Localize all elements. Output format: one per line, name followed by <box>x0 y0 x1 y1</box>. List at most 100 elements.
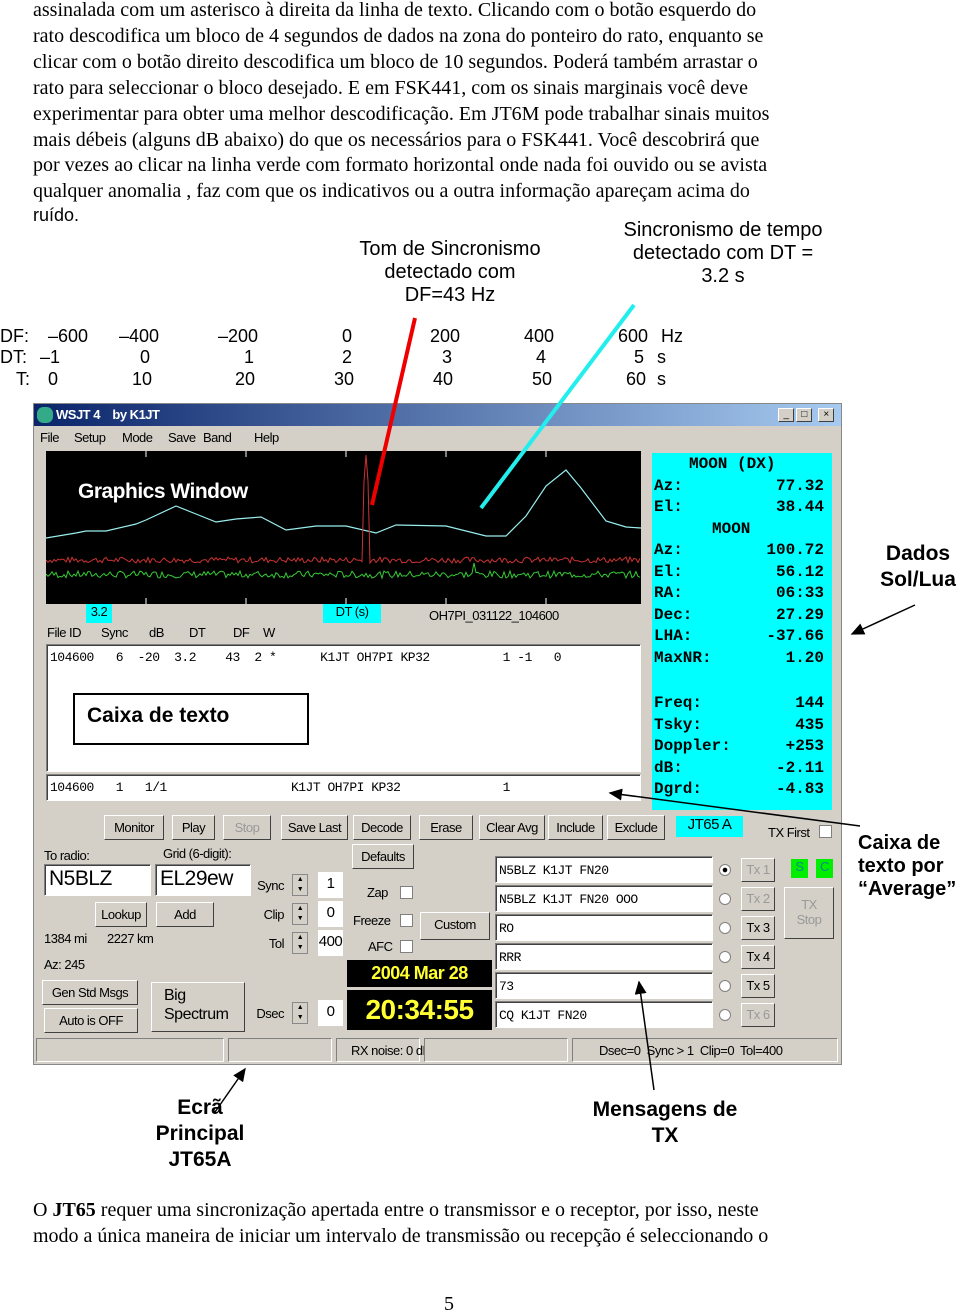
exclude-button[interactable]: Exclude <box>607 815 665 840</box>
title-bar: WSJT 4 by K1JT _ □ × <box>34 404 841 426</box>
paragraph-line: clicar com o botão direito descodifica u… <box>33 50 758 73</box>
tx-radio[interactable] <box>719 980 731 992</box>
menu-mode[interactable]: Mode <box>122 430 153 445</box>
menu-band[interactable]: Band <box>203 430 232 445</box>
moon-label: Dgrd: <box>654 780 703 799</box>
tx-stop-button[interactable]: TX Stop <box>784 887 834 939</box>
monitor-button[interactable]: Monitor <box>104 815 164 840</box>
auto-button[interactable]: Auto is OFF <box>44 1008 138 1033</box>
rx-noise-status: RX noise: 0 dB <box>336 1038 431 1062</box>
tx-message-input[interactable]: RO <box>495 914 713 941</box>
custom-button[interactable]: Custom <box>420 912 490 940</box>
graphics-window-label: Graphics Window <box>78 480 249 503</box>
tx-messages-annotation: Mensagens de TX <box>570 1097 760 1149</box>
tx-radio[interactable] <box>719 893 731 905</box>
menu-help[interactable]: Help <box>254 430 279 445</box>
column-header: DT <box>189 625 206 640</box>
tol-value[interactable]: 400 <box>318 930 343 956</box>
moon-value: 144 <box>795 694 824 712</box>
tol-spinner[interactable]: ▲ ▼ <box>292 932 308 954</box>
zap-checkbox[interactable] <box>400 886 413 899</box>
paragraph-line: rato descodifica um bloco de 4 segundos … <box>33 24 764 47</box>
sun-moon-panel: MOON (DX) Az: 77.32 El: 38.44 MOON Az: 100.72 El… <box>652 453 832 810</box>
menu-file[interactable]: File <box>40 430 59 445</box>
clip-spinner[interactable]: ▲ ▼ <box>292 903 308 925</box>
big-spectrum-button[interactable]: Big Spectrum <box>151 982 245 1032</box>
average-box-annotation: Caixa de texto por “Average” <box>858 832 958 901</box>
play-button[interactable]: Play <box>172 815 215 840</box>
column-header: dB <box>149 625 164 640</box>
scale-value: 400 <box>524 326 555 346</box>
paragraph-line: experimentar para obter uma melhor desco… <box>33 102 770 125</box>
scale-unit: Hz <box>661 326 683 346</box>
menu-setup[interactable]: Setup <box>74 430 106 445</box>
decoded-text-box[interactable]: 104600 6 -20 3.2 43 2 * K1JT OH7PI KP32 … <box>46 644 641 772</box>
save-last-button[interactable]: Save Last <box>281 815 348 840</box>
minimize-icon[interactable]: _ <box>778 408 794 422</box>
scale-value: –400 <box>119 326 160 346</box>
tx-message-input[interactable]: 73 <box>495 972 713 999</box>
tx-radio[interactable] <box>719 864 731 876</box>
grid-input[interactable]: EL29ew <box>155 864 251 896</box>
tx-message-input[interactable]: RRR <box>495 943 713 970</box>
decoded-line[interactable]: 104600 6 -20 3.2 43 2 * K1JT OH7PI KP32 … <box>50 650 562 665</box>
tx-message-input[interactable]: N5BLZ K1JT FN20 OOO <box>495 885 713 912</box>
decode-button[interactable]: Decode <box>353 815 411 840</box>
text-bold: JT65 <box>52 1199 96 1221</box>
tx-radio[interactable] <box>719 1009 731 1021</box>
erase-button[interactable]: Erase <box>419 815 473 840</box>
tx4-button[interactable]: Tx 4 <box>741 945 775 969</box>
dt-axis-label: DT (s) <box>323 604 381 623</box>
menu-save[interactable]: Save <box>168 430 196 445</box>
text-box-annotation: Caixa de texto <box>73 693 309 745</box>
big-spectrum-label: Spectrum <box>164 1006 229 1023</box>
clip-label: Clip <box>263 907 285 922</box>
tx1-button[interactable]: Tx 1 <box>741 858 775 882</box>
add-button[interactable]: Add <box>156 902 214 927</box>
annotation-line: texto por <box>858 855 944 877</box>
annotation-line: JT65A <box>168 1148 232 1171</box>
moon-label: El: <box>654 562 683 581</box>
include-button[interactable]: Include <box>548 815 603 840</box>
text: O <box>33 1199 53 1221</box>
maximize-icon[interactable]: □ <box>796 408 812 422</box>
graph-background <box>46 451 641 604</box>
lookup-button[interactable]: Lookup <box>95 902 147 927</box>
moon-value: 06:33 <box>775 584 824 602</box>
stop-button[interactable]: Stop <box>223 815 271 840</box>
defaults-button[interactable]: Defaults <box>352 844 414 869</box>
tx-message-input[interactable]: CQ K1JT FN20 <box>495 1001 713 1028</box>
text: requer uma sincronização apertada entre … <box>95 1199 759 1221</box>
sync-spinner[interactable]: ▲ ▼ <box>292 874 308 896</box>
scale-value: 20 <box>235 369 256 389</box>
tx-radio[interactable] <box>719 922 731 934</box>
paragraph-line: qualquer anomalia , faz com que os indic… <box>33 180 750 203</box>
tx6-button[interactable]: Tx 6 <box>741 1003 775 1027</box>
clip-value[interactable]: 0 <box>318 901 343 927</box>
clear-avg-button[interactable]: Clear Avg <box>479 815 545 840</box>
c-indicator: C <box>816 859 833 878</box>
tx-radio[interactable] <box>719 951 731 963</box>
to-radio-input[interactable]: N5BLZ <box>44 864 151 896</box>
tx-stop-label: Stop <box>796 912 822 927</box>
moon-value: 435 <box>795 715 824 734</box>
dsec-spinner[interactable]: ▲ ▼ <box>292 1002 308 1024</box>
graphics-window[interactable]: Graphics Window <box>46 451 641 604</box>
annotation-line: Tom de Sincronismo <box>359 238 541 260</box>
average-text-box[interactable]: 104600 1 1/1 K1JT OH7PI KP32 1 <box>46 774 641 801</box>
column-header: Sync <box>101 625 128 640</box>
gen-std-msgs-button[interactable]: Gen Std Msgs <box>42 980 138 1005</box>
settings-status: Dsec=0 Sync > 1 Clip=0 Tol=400 <box>572 1038 838 1062</box>
tx-first-checkbox[interactable] <box>819 825 832 838</box>
annotation-line: Sol/Lua <box>880 568 956 591</box>
close-icon[interactable]: × <box>818 408 834 422</box>
freeze-checkbox[interactable] <box>400 914 413 927</box>
afc-checkbox[interactable] <box>400 940 413 953</box>
dsec-value[interactable]: 0 <box>318 1000 343 1026</box>
tx5-button[interactable]: Tx 5 <box>741 974 775 998</box>
sync-value[interactable]: 1 <box>318 872 343 898</box>
tx2-button[interactable]: Tx 2 <box>741 887 775 911</box>
tx3-button[interactable]: Tx 3 <box>741 916 775 940</box>
tx-message-input[interactable]: N5BLZ K1JT FN20 <box>495 856 713 883</box>
scale-value: 600 <box>618 326 649 346</box>
